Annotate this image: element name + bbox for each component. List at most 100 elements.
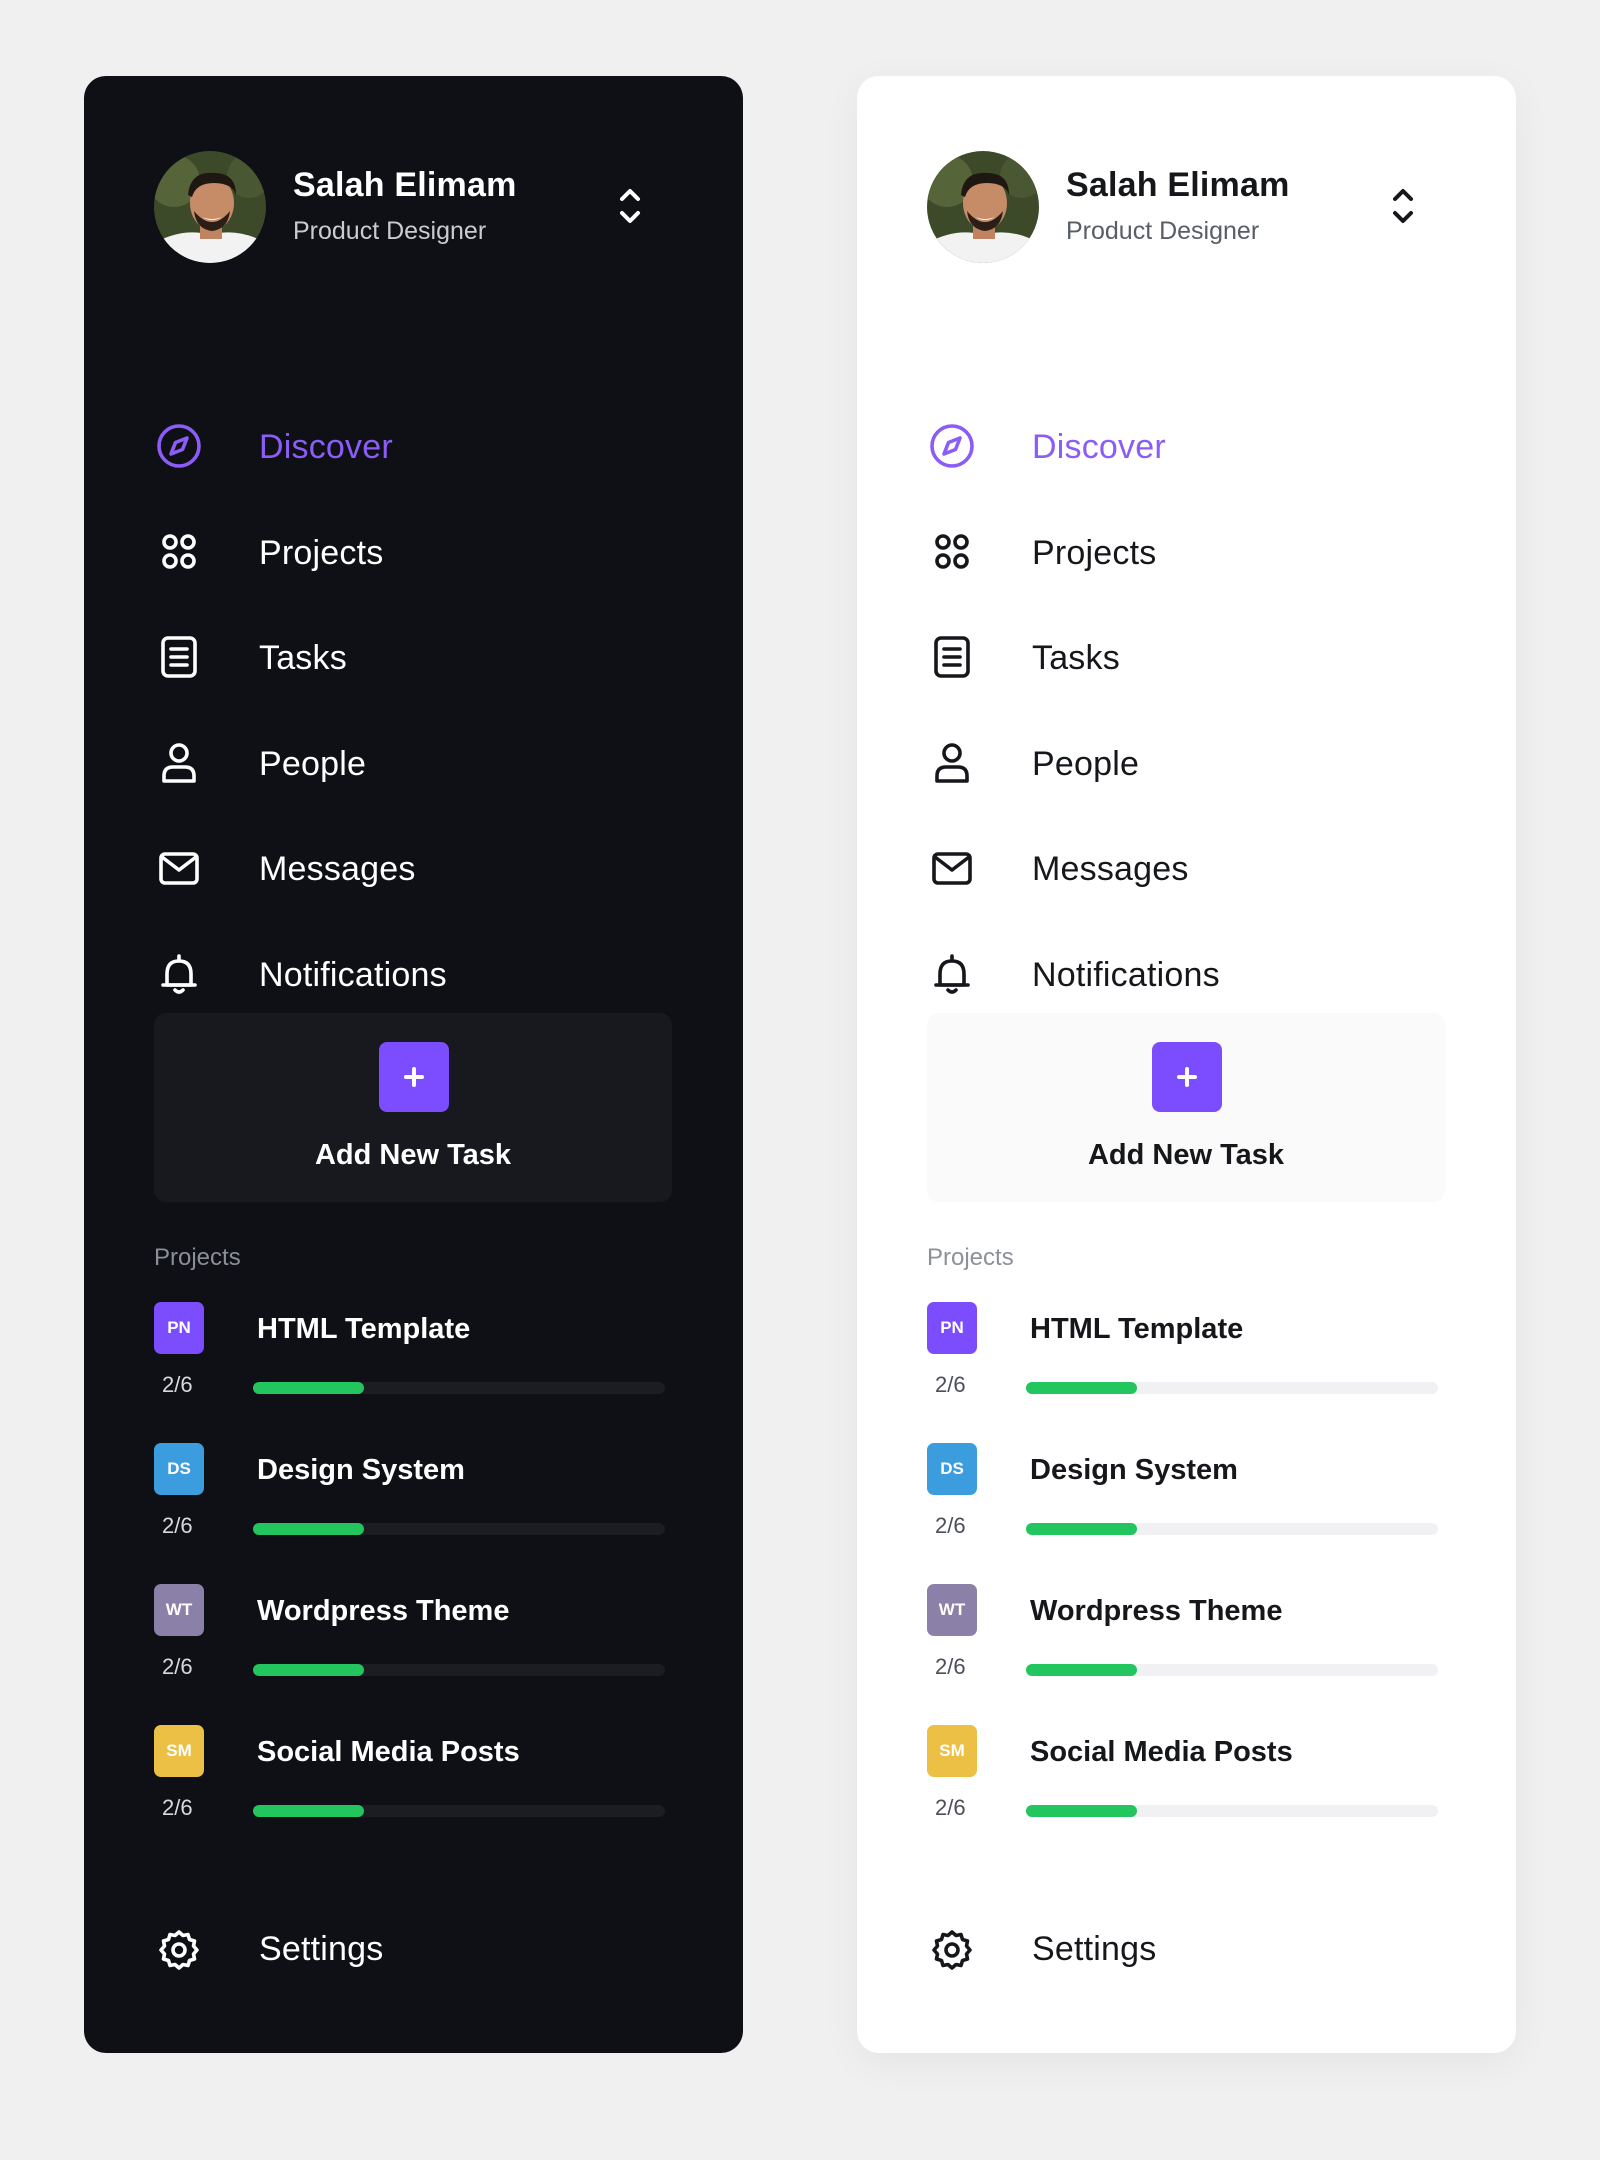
mail-icon [154, 843, 204, 893]
add-task-label: Add New Task [314, 1139, 512, 1171]
mail-icon [927, 843, 977, 893]
project-count: 2/6 [935, 1654, 966, 1679]
plus-icon[interactable] [379, 1042, 449, 1112]
project-badge: WT [154, 1584, 204, 1636]
gear-icon [927, 1925, 977, 1975]
project-count: 2/6 [935, 1372, 966, 1397]
chevron-up-down-icon[interactable] [613, 182, 647, 230]
profile-header[interactable]: Salah Elimam Product Designer [154, 151, 674, 265]
sidebar-dark: Salah Elimam Product Designer Discover P… [84, 76, 743, 2053]
project-name: Wordpress Theme [257, 1595, 510, 1627]
main-nav: Discover Projects Tasks People Messages … [154, 421, 674, 1054]
user-icon [927, 738, 977, 788]
project-badge: PN [927, 1302, 977, 1354]
grid-dots-icon [154, 527, 204, 577]
progress-fill [253, 1382, 365, 1394]
project-badge: WT [927, 1584, 977, 1636]
avatar [154, 151, 266, 263]
chevron-up-down-icon[interactable] [1386, 182, 1420, 230]
document-list-icon [927, 632, 977, 682]
progress-fill [253, 1664, 365, 1676]
nav-item-tasks[interactable]: Tasks [154, 632, 674, 738]
project-count: 2/6 [935, 1795, 966, 1820]
nav-item-discover[interactable]: Discover [927, 421, 1447, 527]
nav-item-settings[interactable]: Settings [154, 1925, 674, 1985]
project-count: 2/6 [162, 1795, 193, 1820]
user-role: Product Designer [1066, 217, 1260, 245]
compass-icon [154, 421, 204, 471]
avatar [927, 151, 1039, 263]
user-name: Salah Elimam [1066, 166, 1290, 204]
user-role: Product Designer [293, 217, 487, 245]
project-badge: DS [154, 1443, 204, 1495]
user-name: Salah Elimam [293, 166, 517, 204]
project-count: 2/6 [162, 1654, 193, 1679]
project-name: Social Media Posts [1030, 1736, 1293, 1768]
project-item[interactable]: SM Social Media Posts 2/6 [927, 1725, 1447, 1866]
progress-fill [1026, 1382, 1138, 1394]
profile-header[interactable]: Salah Elimam Product Designer [927, 151, 1447, 265]
nav-item-settings[interactable]: Settings [927, 1925, 1447, 1985]
project-list: PN HTML Template 2/6 DS Design System 2/… [927, 1302, 1447, 1866]
project-badge: SM [927, 1725, 977, 1777]
project-badge: SM [154, 1725, 204, 1777]
projects-heading: Projects [154, 1244, 241, 1271]
nav-label: Notifications [259, 955, 447, 994]
project-item[interactable]: WT Wordpress Theme 2/6 [927, 1584, 1447, 1725]
progress-fill [253, 1805, 365, 1817]
add-new-task-card[interactable]: Add New Task [927, 1013, 1445, 1202]
grid-dots-icon [927, 527, 977, 577]
progress-track [1026, 1382, 1438, 1394]
progress-track [1026, 1805, 1438, 1817]
nav-item-projects[interactable]: Projects [927, 527, 1447, 633]
project-item[interactable]: WT Wordpress Theme 2/6 [154, 1584, 674, 1725]
progress-track [1026, 1523, 1438, 1535]
document-list-icon [154, 632, 204, 682]
project-badge: PN [154, 1302, 204, 1354]
nav-label: People [259, 744, 367, 783]
bell-icon [154, 949, 204, 999]
progress-fill [253, 1523, 365, 1535]
progress-fill [1026, 1523, 1138, 1535]
progress-track [253, 1805, 665, 1817]
nav-item-tasks[interactable]: Tasks [927, 632, 1447, 738]
project-badge: DS [927, 1443, 977, 1495]
project-name: Social Media Posts [257, 1736, 520, 1768]
projects-heading: Projects [927, 1244, 1014, 1271]
nav-label: Tasks [259, 639, 347, 677]
nav-label: Settings [259, 1930, 384, 1968]
add-new-task-card[interactable]: Add New Task [154, 1013, 672, 1202]
project-item[interactable]: DS Design System 2/6 [154, 1443, 674, 1584]
project-item[interactable]: PN HTML Template 2/6 [154, 1302, 674, 1443]
nav-label: Notifications [1032, 955, 1220, 994]
compass-icon [927, 421, 977, 471]
plus-icon[interactable] [1152, 1042, 1222, 1112]
progress-track [253, 1382, 665, 1394]
nav-label: People [1032, 744, 1140, 783]
gear-icon [154, 1925, 204, 1975]
nav-label: Tasks [1032, 639, 1120, 677]
project-item[interactable]: DS Design System 2/6 [927, 1443, 1447, 1584]
project-name: HTML Template [257, 1313, 471, 1345]
nav-label: Discover [259, 428, 393, 466]
nav-item-people[interactable]: People [927, 738, 1447, 844]
project-name: Design System [257, 1454, 465, 1486]
nav-label: Settings [1032, 1930, 1157, 1968]
project-count: 2/6 [935, 1513, 966, 1538]
nav-item-messages[interactable]: Messages [927, 843, 1447, 949]
project-item[interactable]: SM Social Media Posts 2/6 [154, 1725, 674, 1866]
nav-item-discover[interactable]: Discover [154, 421, 674, 527]
project-name: Wordpress Theme [1030, 1595, 1283, 1627]
nav-item-messages[interactable]: Messages [154, 843, 674, 949]
bell-icon [927, 949, 977, 999]
progress-track [1026, 1664, 1438, 1676]
progress-fill [1026, 1664, 1138, 1676]
project-item[interactable]: PN HTML Template 2/6 [927, 1302, 1447, 1443]
project-count: 2/6 [162, 1372, 193, 1397]
project-list: PN HTML Template 2/6 DS Design System 2/… [154, 1302, 674, 1866]
progress-track [253, 1523, 665, 1535]
nav-item-people[interactable]: People [154, 738, 674, 844]
nav-item-projects[interactable]: Projects [154, 527, 674, 633]
add-task-label: Add New Task [1087, 1139, 1285, 1171]
nav-label: Projects [259, 533, 384, 572]
